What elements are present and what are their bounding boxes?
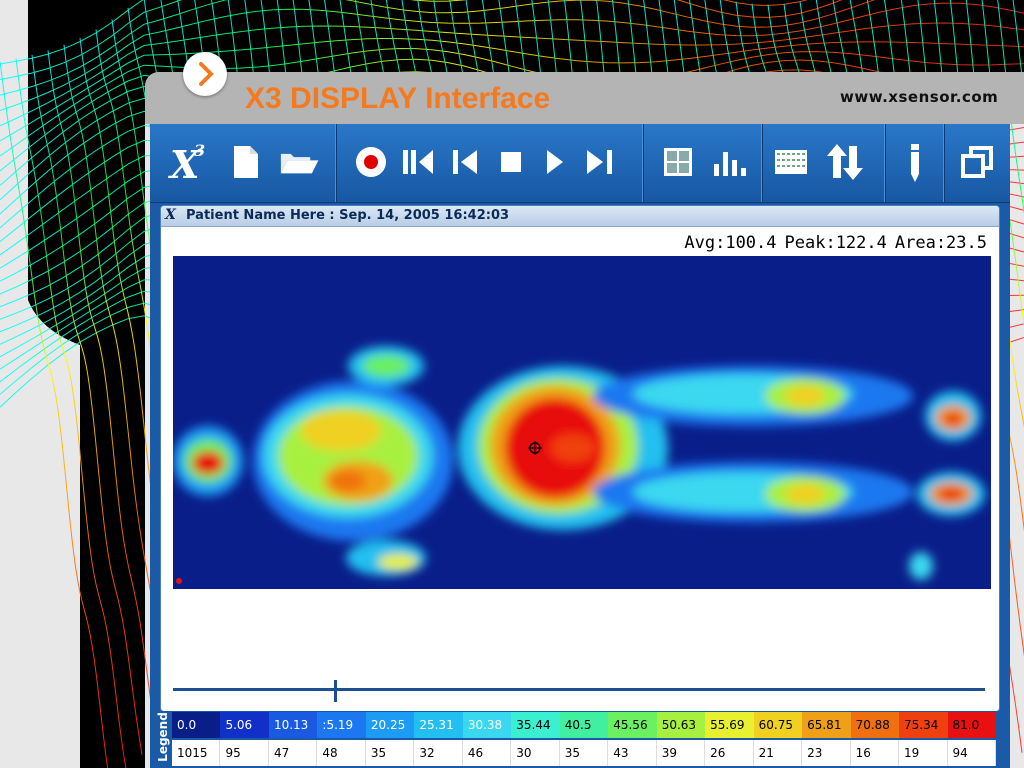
- legend-count-cell: 48: [317, 740, 366, 766]
- chevron-right-icon: [183, 52, 227, 96]
- legend-value-cell: 55.69: [705, 712, 754, 738]
- pressure-stats: Avg:100.4 Peak:122.4 Area:23.5: [676, 233, 987, 253]
- svg-text:3: 3: [194, 141, 205, 160]
- legend-count-cell: 32: [414, 740, 463, 766]
- toolbar-group-annotate: [886, 124, 945, 202]
- record-button[interactable]: [349, 138, 393, 186]
- pressure-map-panel: X Patient Name Here : Sep. 14, 2005 16:4…: [160, 205, 1000, 712]
- legend-value-cell: 70.88: [850, 712, 900, 738]
- legend-value-cell: 45.56: [608, 712, 657, 738]
- toolbar-group-file: X3: [150, 124, 337, 202]
- legend-count-cell: 94: [947, 740, 996, 766]
- legend-value-cell: :5.19: [317, 712, 366, 738]
- legend-count-cell: 46: [462, 740, 512, 766]
- website-url: www.xsensor.com: [840, 88, 999, 106]
- toolbar-group-tools: [763, 124, 886, 202]
- play-button[interactable]: [533, 138, 577, 186]
- pressure-heatmap[interactable]: [173, 256, 991, 589]
- timeline-slider-thumb[interactable]: [334, 680, 338, 702]
- toolbar-group-playback: [337, 124, 644, 202]
- bar-chart-button[interactable]: [706, 138, 750, 186]
- slide-title: X3 DISPLAY Interface: [245, 82, 551, 115]
- legend-count-cell: 35: [365, 740, 415, 766]
- legend-value-cell: 35.44: [511, 712, 560, 738]
- x3-logo-icon[interactable]: X3: [166, 138, 210, 187]
- legend-value-cell: 30.38: [462, 712, 512, 738]
- pen-button[interactable]: [893, 138, 937, 186]
- area-stat: Area:23.5: [894, 233, 987, 253]
- legend-value-cell: 65.81: [802, 712, 851, 738]
- window-restore-button[interactable]: [955, 138, 999, 186]
- legend-counts-row: 1015 95 47 48 35 32 46 30 35 43 39 26 21 23 16 19 94: [172, 740, 996, 766]
- calibration-button[interactable]: [769, 138, 813, 186]
- step-back-button[interactable]: [445, 138, 489, 186]
- timeline-slider-track[interactable]: [173, 688, 985, 691]
- toolbar: X3: [150, 124, 1010, 203]
- legend-value-cell: 75.34: [899, 712, 948, 738]
- legend-count-cell: 43: [608, 740, 657, 766]
- legend-count-cell: 23: [802, 740, 851, 766]
- legend-count-cell: 26: [705, 740, 754, 766]
- panel-title: Patient Name Here : Sep. 14, 2005 16:42:…: [186, 208, 510, 223]
- x3-small-logo-icon: X: [165, 207, 176, 223]
- peak-stat: Peak:122.4: [784, 233, 887, 253]
- open-folder-icon[interactable]: [276, 138, 320, 186]
- legend-count-cell: 19: [899, 740, 948, 766]
- legend-count-cell: 30: [511, 740, 560, 766]
- origin-marker-icon: [176, 578, 182, 584]
- legend-count-cell: 35: [559, 740, 609, 766]
- legend-value-cell: 25.31: [414, 712, 463, 738]
- legend-value-cell: 60.75: [753, 712, 803, 738]
- legend-count-cell: 16: [850, 740, 900, 766]
- toolbar-group-view: [644, 124, 763, 202]
- panel-title-bar: X Patient Name Here : Sep. 14, 2005 16:4…: [161, 206, 999, 227]
- skip-start-button[interactable]: [395, 138, 439, 186]
- legend-value-cell: 40.5: [559, 712, 609, 738]
- legend-values-row: 0.0 5.06 10.13:5.19 20.25 25.31 30.38 35.44 40.…: [172, 712, 996, 738]
- legend-count-cell: 47: [268, 740, 318, 766]
- legend-count-cell: 1015: [172, 740, 221, 766]
- legend-value-cell: 5.06: [220, 712, 269, 738]
- legend-value-cell: 10.13: [268, 712, 318, 738]
- stop-button[interactable]: [489, 138, 533, 186]
- skip-end-button[interactable]: [577, 138, 621, 186]
- sort-arrows-button[interactable]: [823, 138, 867, 186]
- legend-count-cell: 95: [220, 740, 269, 766]
- legend-value-cell: 81.0: [947, 712, 996, 738]
- legend-value-cell: 0.0: [172, 712, 221, 738]
- legend-label: Legend: [155, 712, 170, 762]
- legend-count-cell: 39: [656, 740, 706, 766]
- toolbar-group-window: [945, 124, 1010, 202]
- new-file-icon[interactable]: [224, 138, 268, 186]
- legend-count-cell: 21: [753, 740, 803, 766]
- avg-stat: Avg:100.4: [684, 233, 777, 253]
- grid-view-button[interactable]: [656, 138, 700, 186]
- legend-value-cell: 50.63: [656, 712, 706, 738]
- legend-value-cell: 20.25: [365, 712, 415, 738]
